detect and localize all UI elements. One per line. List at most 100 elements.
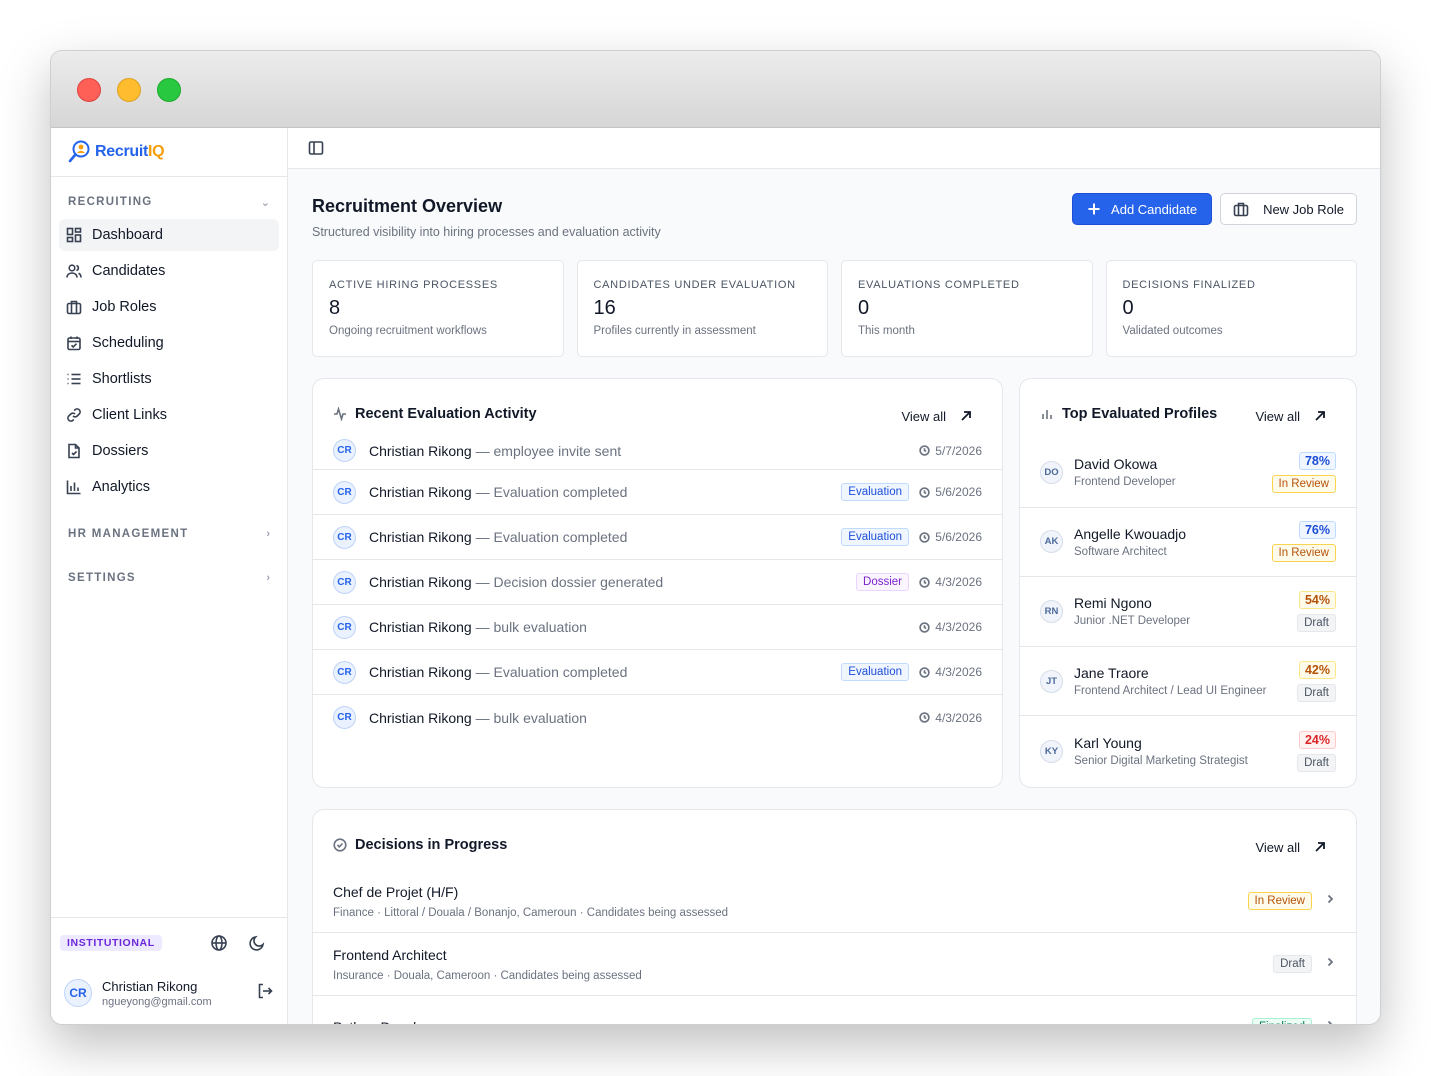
sidebar-item-scheduling[interactable]: Scheduling bbox=[59, 327, 279, 359]
sidebar-item-dossiers[interactable]: Dossiers bbox=[59, 435, 279, 467]
logout-button[interactable] bbox=[256, 982, 274, 1005]
sidebar-item-label: Scheduling bbox=[92, 335, 164, 351]
decision-row[interactable]: Frontend Architect Insurance · Douala, Ca… bbox=[313, 933, 1356, 996]
activity-row[interactable]: CR Christian Rikong — bulk evaluation 4/3/… bbox=[313, 695, 1002, 740]
profile-role: Software Architect bbox=[1074, 545, 1167, 558]
avatar: DO bbox=[1040, 460, 1063, 484]
section-label: SETTINGS bbox=[68, 572, 136, 584]
list-icon bbox=[67, 373, 81, 385]
decision-meta: Insurance · Douala, Cameroon · Candidate… bbox=[333, 969, 642, 982]
avatar: KY bbox=[1040, 739, 1063, 763]
open-decision-button[interactable] bbox=[1324, 955, 1336, 973]
logo[interactable]: RecruitIQ bbox=[51, 128, 287, 177]
profile-list: DO David Okowa Frontend Developer 78% In Rev… bbox=[1020, 438, 1356, 786]
close-window-button[interactable] bbox=[77, 78, 101, 102]
avatar: AK bbox=[1040, 530, 1063, 554]
chevron-right-icon: › bbox=[266, 572, 270, 584]
score-badge: 54% bbox=[1298, 590, 1336, 609]
button-label: New Job Role bbox=[1263, 201, 1344, 217]
card-title: Decisions in Progress bbox=[355, 837, 508, 853]
sidebar-toggle-icon[interactable] bbox=[308, 140, 324, 156]
sidebar-item-candidates[interactable]: Candidates bbox=[59, 255, 279, 287]
activity-text: Christian Rikong — employee invite sent bbox=[369, 443, 621, 459]
clock-icon bbox=[919, 621, 931, 633]
new-job-role-button[interactable]: New Job Role bbox=[1220, 193, 1357, 225]
section-hr-management[interactable]: HR MANAGEMENT › bbox=[51, 517, 287, 551]
main-content: Recruitment Overview Structured visibili… bbox=[288, 128, 1380, 1024]
chevron-down-icon: ⌄ bbox=[260, 196, 270, 209]
activity-text: Christian Rikong — bulk evaluation bbox=[369, 619, 587, 635]
status-badge: In Review bbox=[1247, 892, 1312, 910]
link-icon bbox=[67, 408, 81, 422]
stat-label: DECISIONS FINALIZED bbox=[1122, 279, 1256, 291]
profile-badges: 76% In Review bbox=[1271, 521, 1336, 563]
candidate-name[interactable]: Christian Rikong bbox=[369, 619, 472, 635]
section-settings[interactable]: SETTINGS › bbox=[51, 561, 287, 595]
users-icon bbox=[66, 264, 82, 278]
sidebar-item-client-links[interactable]: Client Links bbox=[59, 399, 279, 431]
section-recruiting[interactable]: RECRUITING ⌄ bbox=[51, 185, 287, 219]
candidate-name[interactable]: Christian Rikong bbox=[369, 710, 472, 726]
candidate-name[interactable]: Christian Rikong bbox=[369, 484, 472, 500]
check-circle-icon bbox=[333, 838, 347, 852]
activity-tag: Evaluation bbox=[841, 528, 909, 546]
open-decision-button[interactable] bbox=[1324, 1018, 1336, 1024]
clock-icon bbox=[919, 486, 931, 498]
profile-row[interactable]: KY Karl Young Senior Digital Marketing Str… bbox=[1020, 716, 1356, 786]
candidate-name[interactable]: Christian Rikong bbox=[369, 574, 472, 590]
activity-row[interactable]: CR Christian Rikong — bulk evaluation 4/3/… bbox=[313, 605, 1002, 650]
recent-activity-card: Recent Evaluation Activity View all CR Ch… bbox=[312, 378, 1003, 788]
profile-row[interactable]: DO David Okowa Frontend Developer 78% In Rev… bbox=[1020, 438, 1356, 508]
avatar: CR bbox=[64, 979, 92, 1007]
status-badge: In Review bbox=[1271, 544, 1336, 563]
decision-info: Python Developer bbox=[333, 1019, 444, 1024]
activity-row[interactable]: CR Christian Rikong — Evaluation complete… bbox=[313, 470, 1002, 515]
activity-row[interactable]: CR Christian Rikong — employee invite sen… bbox=[313, 432, 1002, 470]
stat-label: ACTIVE HIRING PROCESSES bbox=[329, 279, 498, 291]
status-badge: Draft bbox=[1297, 753, 1336, 772]
status-badge: Draft bbox=[1297, 613, 1336, 632]
add-candidate-button[interactable]: Add Candidate bbox=[1072, 193, 1213, 225]
activity-description: — Evaluation completed bbox=[471, 664, 628, 680]
activity-date: 5/7/2026 bbox=[918, 444, 982, 458]
topbar bbox=[288, 128, 1380, 169]
activity-row[interactable]: CR Christian Rikong — Decision dossier ge… bbox=[313, 560, 1002, 605]
view-all-link[interactable]: View all bbox=[1255, 409, 1336, 424]
chevron-right-icon bbox=[1327, 1020, 1333, 1024]
decision-row[interactable]: Chef de Projet (H/F) Finance · Littoral /… bbox=[313, 870, 1356, 933]
avatar: CR bbox=[333, 570, 356, 594]
activity-description: — bulk evaluation bbox=[471, 619, 587, 635]
activity-row[interactable]: CR Christian Rikong — Evaluation complete… bbox=[313, 515, 1002, 560]
profile-row[interactable]: RN Remi Ngono Junior .NET Developer 54% Draf… bbox=[1020, 577, 1356, 647]
section-label: RECRUITING bbox=[68, 196, 153, 208]
bar-chart-icon bbox=[66, 480, 81, 495]
date-text: 5/6/2026 bbox=[935, 530, 982, 544]
moon-icon[interactable] bbox=[248, 934, 266, 952]
maximize-window-button[interactable] bbox=[157, 78, 181, 102]
decision-row[interactable]: Python Developer Finalized bbox=[313, 996, 1356, 1024]
sidebar-item-analytics[interactable]: Analytics bbox=[59, 471, 279, 503]
profile-name: Karl Young bbox=[1074, 735, 1142, 752]
profile-row[interactable]: JT Jane Traore Frontend Architect / Lead U… bbox=[1020, 647, 1356, 717]
avatar: CR bbox=[333, 525, 356, 549]
status-badge: Draft bbox=[1297, 683, 1336, 702]
activity-tag: Evaluation bbox=[841, 663, 909, 681]
nav-recruiting: Dashboard Candidates Job Roles Schedulin… bbox=[51, 219, 287, 503]
globe-icon[interactable] bbox=[210, 934, 228, 952]
minimize-window-button[interactable] bbox=[117, 78, 141, 102]
activity-row[interactable]: CR Christian Rikong — Evaluation complete… bbox=[313, 650, 1002, 695]
view-all-link[interactable]: View all bbox=[901, 409, 982, 424]
sidebar-item-dashboard[interactable]: Dashboard bbox=[59, 219, 279, 251]
open-decision-button[interactable] bbox=[1324, 892, 1336, 910]
user-profile[interactable]: CR Christian Rikong ngueyong@gmail.com bbox=[51, 968, 287, 1018]
view-all-link[interactable]: View all bbox=[1255, 840, 1336, 855]
sidebar-item-shortlists[interactable]: Shortlists bbox=[59, 363, 279, 395]
profile-row[interactable]: AK Angelle Kwouadjo Software Architect 76% I… bbox=[1020, 508, 1356, 578]
candidate-name[interactable]: Christian Rikong bbox=[369, 664, 472, 680]
candidate-name[interactable]: Christian Rikong bbox=[369, 443, 472, 459]
activity-text: Christian Rikong — Evaluation completed bbox=[369, 529, 627, 545]
candidate-name[interactable]: Christian Rikong bbox=[369, 529, 472, 545]
stat-card: CANDIDATES UNDER EVALUATION 16 Profiles … bbox=[576, 260, 828, 357]
plan-badge: INSTITUTIONAL bbox=[60, 935, 162, 951]
sidebar-item-job-roles[interactable]: Job Roles bbox=[59, 291, 279, 323]
